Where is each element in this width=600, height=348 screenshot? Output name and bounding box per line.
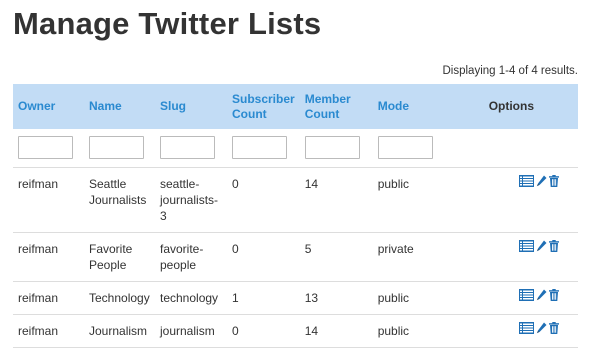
filter-cell: [155, 129, 227, 168]
results-summary: Displaying 1-4 of 4 results.: [442, 65, 578, 77]
text-line: 3: [160, 208, 167, 223]
trash-icon[interactable]: [548, 321, 559, 338]
table-row: reifman Favorite People favorite-people 0…: [13, 232, 578, 282]
member-count-filter-input[interactable]: [304, 136, 360, 160]
subscriber-count-cell: 0: [227, 167, 300, 233]
name-cell: Seattle Journalists: [84, 167, 155, 233]
subscriber-count-cell: 0: [227, 232, 300, 282]
text-line: seattle-: [160, 176, 200, 191]
column-header-member-count[interactable]: Member Count: [299, 84, 373, 129]
owner-cell: reifman: [13, 167, 84, 233]
table-row: reifman Journalism journalism 0 14 publi…: [13, 314, 578, 348]
sort-mode-link[interactable]: Mode: [378, 99, 409, 113]
pencil-icon[interactable]: [536, 322, 547, 338]
name-cell: Journalism: [84, 314, 155, 348]
text-line: Favorite: [89, 241, 133, 256]
text-line: Technology: [89, 290, 150, 305]
pencil-icon[interactable]: [536, 240, 547, 256]
list-icon[interactable]: [518, 239, 534, 256]
owner-cell: reifman: [13, 314, 84, 348]
subscriber-count-cell: 1: [227, 281, 300, 315]
header-line: Member: [304, 91, 351, 106]
text-line: favorite-: [160, 241, 204, 256]
trash-icon[interactable]: [548, 288, 559, 305]
filter-cell: [13, 129, 84, 168]
mode-cell: public: [372, 167, 445, 233]
column-header-slug[interactable]: Slug: [155, 84, 227, 129]
owner-filter-input[interactable]: [18, 136, 73, 160]
text-line: people: [160, 257, 197, 272]
subscriber-count-filter-input[interactable]: [232, 136, 287, 160]
member-count-cell: 14: [299, 167, 373, 233]
list-icon[interactable]: [518, 174, 534, 191]
sort-owner-link[interactable]: Owner: [18, 99, 55, 113]
table-row: reifman Technology technology 1 13 publi…: [13, 281, 578, 315]
table-row: reifman Seattle Journalists seattle-journ…: [13, 167, 578, 233]
slug-cell: journalism: [155, 314, 227, 348]
owner-cell: reifman: [13, 232, 84, 282]
member-count-cell: 13: [299, 281, 373, 315]
name-filter-input[interactable]: [89, 136, 144, 160]
mode-filter-input[interactable]: [377, 136, 433, 160]
filter-cell: [444, 129, 578, 168]
text-line: Journalists: [89, 192, 147, 207]
trash-icon[interactable]: [548, 174, 559, 191]
text-line: Seattle: [89, 176, 127, 191]
options-cell: [444, 232, 578, 282]
slug-cell: favorite-people: [155, 232, 227, 282]
header-line: Count: [232, 106, 267, 121]
sort-name-link[interactable]: Name: [89, 99, 122, 113]
page-title: Manage Twitter Lists: [13, 6, 322, 41]
filter-cell: [227, 129, 300, 168]
list-icon[interactable]: [518, 288, 534, 305]
mode-cell: public: [372, 314, 445, 348]
header-line: Count: [304, 106, 340, 121]
mode-cell: public: [372, 281, 445, 315]
filter-cell: [299, 129, 373, 168]
slug-cell: seattle-journalists- 3: [155, 167, 227, 233]
header-line: Subscriber: [232, 91, 295, 106]
column-header-mode[interactable]: Mode: [372, 84, 445, 129]
options-cell: [444, 281, 578, 315]
filter-row: [13, 129, 578, 168]
list-icon[interactable]: [518, 321, 534, 338]
column-header-subscriber-count[interactable]: Subscriber Count: [227, 84, 300, 129]
table-header-row: Owner Name Slug Subscriber Count Member Co…: [13, 84, 578, 129]
name-cell: Favorite People: [84, 232, 155, 282]
slug-cell: technology: [155, 281, 227, 315]
owner-cell: reifman: [13, 281, 84, 315]
mode-cell: private: [372, 232, 445, 282]
member-count-cell: 5: [299, 232, 373, 282]
pencil-icon[interactable]: [536, 175, 547, 191]
filter-cell: [84, 129, 155, 168]
sort-slug-link[interactable]: Slug: [160, 99, 186, 113]
lists-table: Owner Name Slug Subscriber Count Member Co…: [13, 84, 578, 348]
sort-member-count-link[interactable]: Member Count: [305, 92, 351, 121]
subscriber-count-cell: 0: [227, 314, 300, 348]
text-line: People: [89, 257, 127, 272]
pencil-icon[interactable]: [536, 289, 547, 305]
options-cell: [444, 314, 578, 348]
text-line: technology: [160, 290, 219, 305]
column-header-owner[interactable]: Owner: [13, 84, 84, 129]
options-cell: [444, 167, 578, 233]
text-line: journalism: [160, 323, 215, 338]
column-header-name[interactable]: Name: [84, 84, 155, 129]
trash-icon[interactable]: [548, 239, 559, 256]
sort-subscriber-count-link[interactable]: Subscriber Count: [232, 92, 295, 121]
slug-filter-input[interactable]: [160, 136, 215, 160]
text-line: Journalism: [89, 323, 148, 338]
column-header-options: Options: [444, 84, 578, 129]
member-count-cell: 14: [299, 314, 373, 348]
text-line: journalists-: [160, 192, 219, 207]
name-cell: Technology: [84, 281, 155, 315]
filter-cell: [372, 129, 445, 168]
